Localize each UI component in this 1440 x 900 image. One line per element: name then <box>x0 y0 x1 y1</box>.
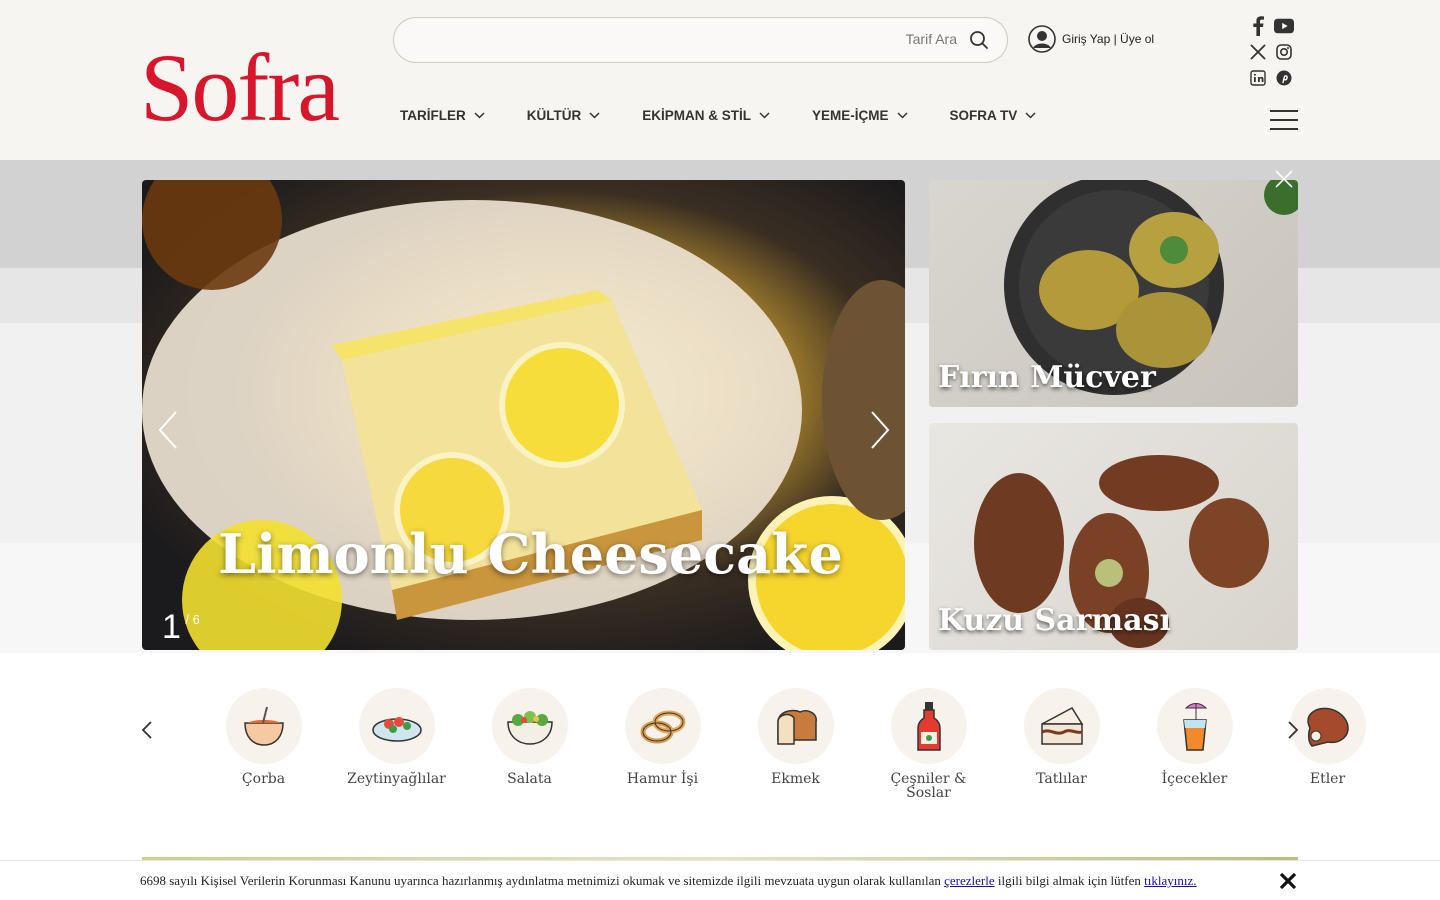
category-label: Etler <box>1309 771 1346 787</box>
cake-slice-icon <box>1023 688 1100 764</box>
category-label: Hamur İşi <box>626 771 699 787</box>
category-label: Tatlılar <box>1036 771 1087 787</box>
nav-item-kultur[interactable]: KÜLTÜR <box>527 108 601 123</box>
login-label: Giriş Yap | Üye ol <box>1062 32 1155 46</box>
category-label: Çeşniler & Soslar <box>890 771 967 801</box>
cookie-banner: 6698 sayılı Kişisel Verilerin Korunması … <box>0 860 1440 900</box>
slide-total: / 6 <box>185 612 200 627</box>
category-label: Çorba <box>241 771 286 787</box>
menu-icon[interactable] <box>1270 110 1298 130</box>
nav-label: EKİPMAN & STİL <box>642 108 752 123</box>
nav-item-tarifler[interactable]: TARİFLER <box>400 108 485 123</box>
bread-icon <box>757 688 834 764</box>
category-list: Çorba Zeytinyağlılar Salata Hamur İşi Ek… <box>150 688 1423 800</box>
chevron-right-icon[interactable] <box>1286 720 1300 740</box>
recipe-card-title: Fırın Mücver <box>938 360 1156 395</box>
click-here-link[interactable]: tıklayınız. <box>1144 873 1196 888</box>
slide-current: 1 <box>162 608 181 646</box>
x-twitter-icon[interactable] <box>1248 42 1268 62</box>
category-item-ekmek[interactable]: Ekmek <box>757 688 891 800</box>
olive-oil-dish-icon <box>358 688 435 764</box>
recipe-card[interactable]: Fırın Mücver <box>929 180 1298 407</box>
category-label: Ekmek <box>771 771 820 787</box>
chevron-down-icon <box>589 112 600 119</box>
category-item-tatlilar[interactable]: Tatlılar <box>1023 688 1157 800</box>
linkedin-icon[interactable] <box>1248 68 1268 88</box>
login-link[interactable]: Giriş Yap | Üye ol <box>1028 25 1154 53</box>
search-input[interactable]: Tarif Ara <box>393 17 1008 63</box>
nav-item-sofra-tv[interactable]: SOFRA TV <box>950 108 1037 123</box>
hero-title[interactable]: Limonlu Cheesecake <box>218 522 843 586</box>
chevron-down-icon <box>474 112 485 119</box>
cookie-text-part: 6698 sayılı Kişisel Verilerin Korunması … <box>140 873 945 888</box>
category-item-salata[interactable]: Salata <box>491 688 625 800</box>
site-logo[interactable]: Sofra <box>140 40 340 136</box>
salad-bowl-icon <box>491 688 568 764</box>
category-item-zeytinyaglilar[interactable]: Zeytinyağlılar <box>347 688 492 800</box>
site-header: Sofra Tarif Ara Giriş Yap | Üye ol TARİF… <box>0 0 1440 160</box>
main-nav: TARİFLER KÜLTÜR EKİPMAN & STİL YEME-İÇME… <box>400 108 1078 123</box>
hero-slide[interactable]: Limonlu Cheesecake 1 / 6 <box>142 180 905 650</box>
recipe-card[interactable]: Kuzu Sarması <box>929 423 1298 650</box>
instagram-icon[interactable] <box>1274 42 1294 62</box>
search-placeholder: Tarif Ara <box>905 31 957 47</box>
nav-label: TARİFLER <box>400 108 466 123</box>
nav-item-ekipman-stil[interactable]: EKİPMAN & STİL <box>642 108 770 123</box>
chevron-down-icon <box>759 112 770 119</box>
category-label: Zeytinyağlılar <box>347 771 446 787</box>
slide-next-icon[interactable] <box>868 410 892 450</box>
nav-label: SOFRA TV <box>949 108 1018 123</box>
cookie-text: 6698 sayılı Kişisel Verilerin Korunması … <box>140 873 1196 889</box>
category-label: İçecekler <box>1161 771 1228 787</box>
search-icon[interactable] <box>969 30 989 50</box>
user-icon <box>1028 25 1056 53</box>
category-item-etler[interactable]: Etler <box>1289 688 1423 800</box>
category-label: Salata <box>507 771 552 787</box>
cookies-link[interactable]: çerezlerle <box>944 873 995 888</box>
drink-cup-icon <box>1156 688 1233 764</box>
pastry-ring-icon <box>624 688 701 764</box>
youtube-icon[interactable] <box>1274 16 1294 36</box>
nav-label: KÜLTÜR <box>526 108 582 123</box>
close-icon[interactable] <box>1278 871 1298 891</box>
nav-label: YEME-İÇME <box>812 108 889 123</box>
category-item-corba[interactable]: Çorba <box>225 688 359 800</box>
slide-counter: 1 / 6 <box>162 608 200 647</box>
social-links <box>1248 16 1300 88</box>
category-item-icecekler[interactable]: İçecekler <box>1156 688 1290 800</box>
soup-bowl-icon <box>225 688 302 764</box>
facebook-icon[interactable] <box>1248 16 1268 36</box>
category-item-cesniler-soslar[interactable]: Çeşniler & Soslar <box>890 688 1024 800</box>
close-icon[interactable] <box>1274 169 1294 189</box>
recipe-card-title: Kuzu Sarması <box>938 603 1171 638</box>
chevron-down-icon <box>897 112 908 119</box>
pinterest-icon[interactable] <box>1274 68 1294 88</box>
chevron-down-icon <box>1025 112 1036 119</box>
slide-prev-icon[interactable] <box>156 410 180 450</box>
sauce-bottle-icon <box>890 688 967 764</box>
category-item-hamur-isi[interactable]: Hamur İşi <box>624 688 758 800</box>
meat-leg-icon <box>1289 688 1366 764</box>
cookie-text-part: ilgili bilgi almak için lütfen <box>994 873 1145 888</box>
nav-item-yeme-icme[interactable]: YEME-İÇME <box>812 108 908 123</box>
